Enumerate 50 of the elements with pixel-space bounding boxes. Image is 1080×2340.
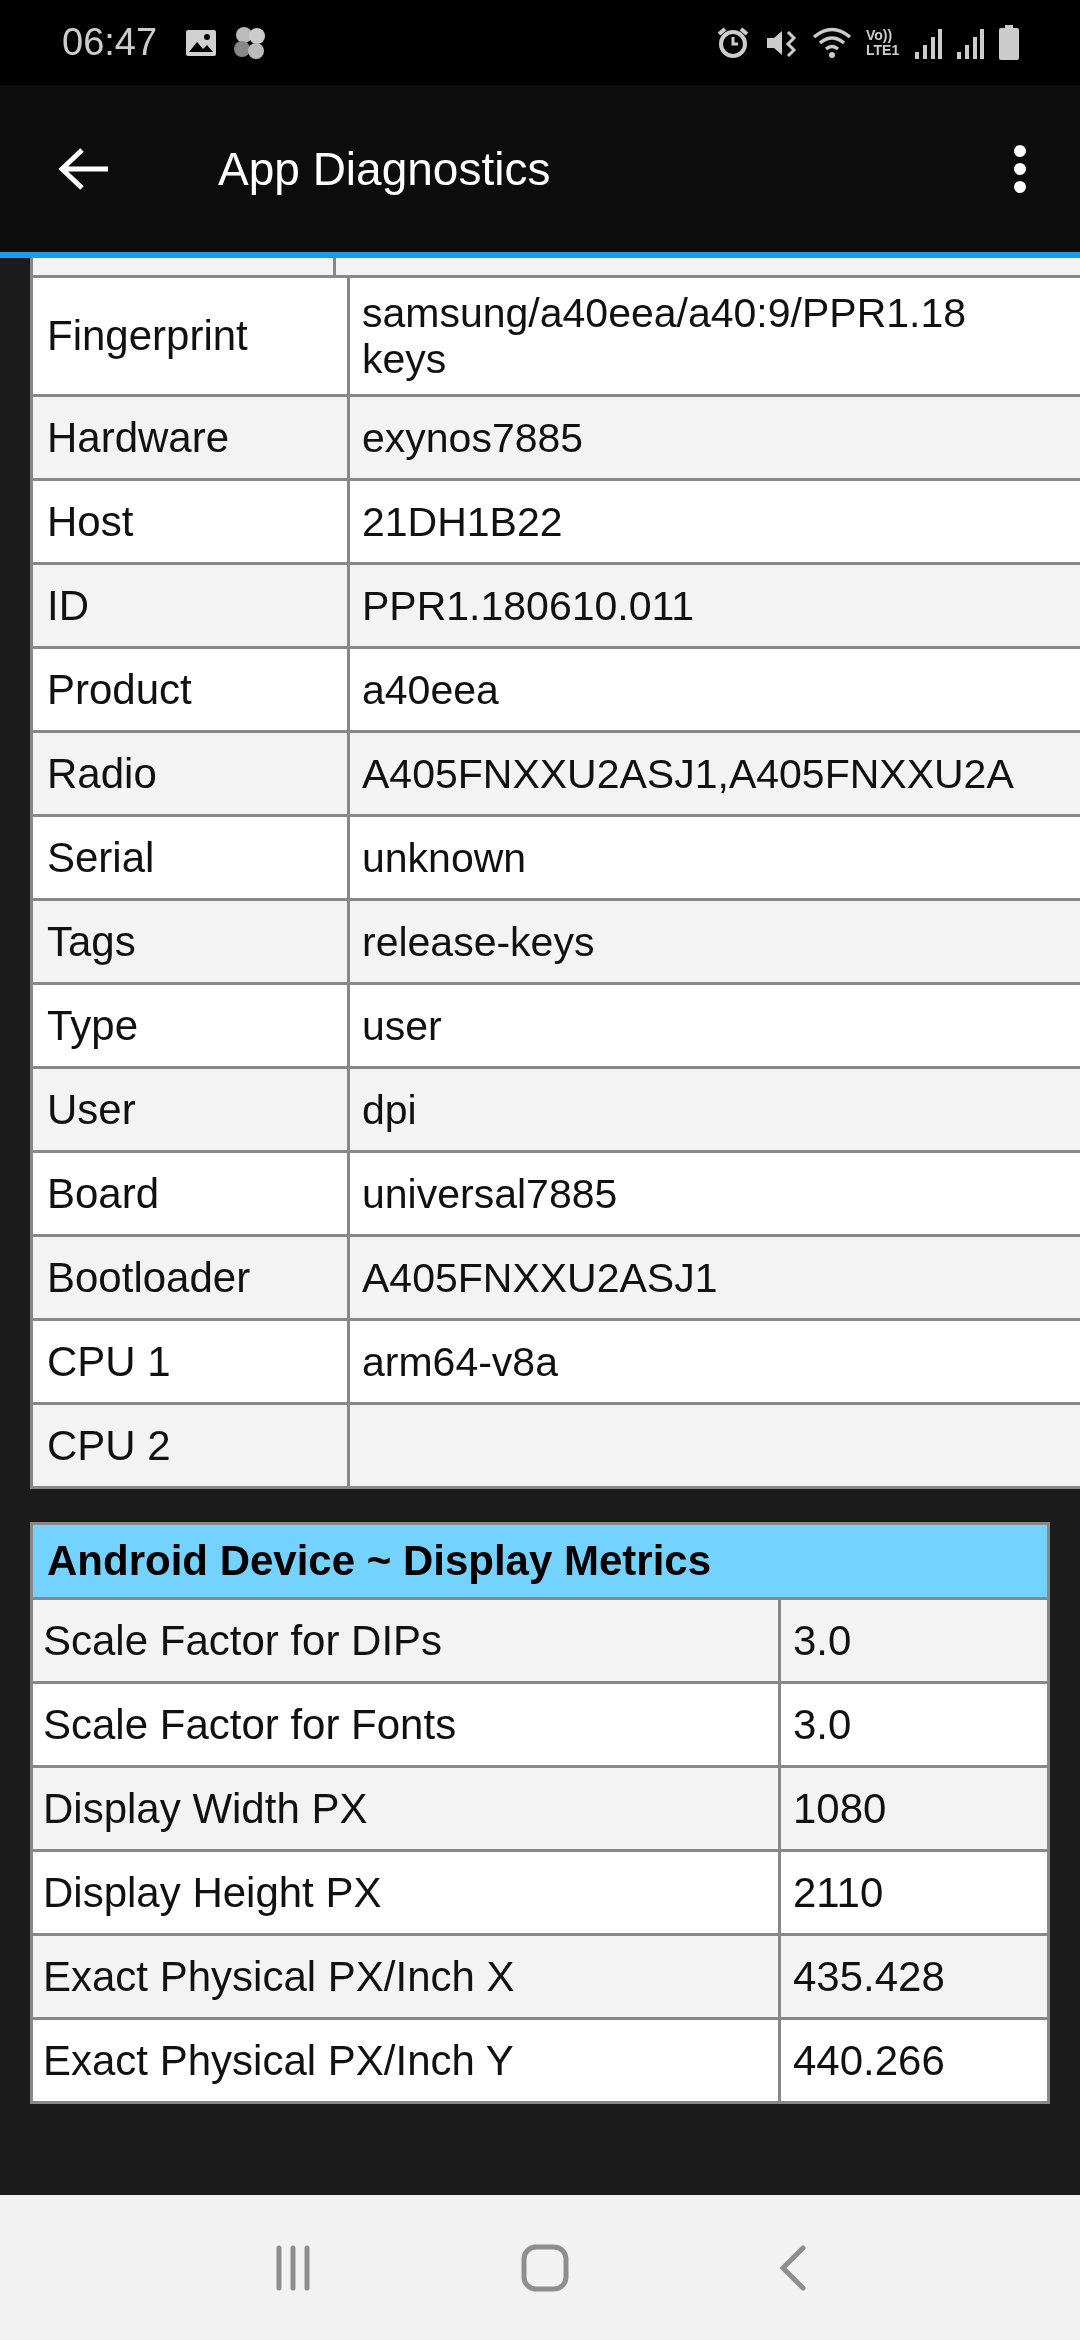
metric-label: Exact Physical PX/Inch X [43, 1952, 515, 2001]
metric-value: 435.428 [793, 1952, 945, 2001]
metric-value: 3.0 [793, 1700, 852, 1749]
image-icon [185, 28, 218, 57]
network-type-label: Vo)) LTE1 [866, 27, 900, 58]
property-value: A405FNXXU2ASJ1,A405FNXXU2A [362, 750, 1014, 797]
property-label: Board [47, 1169, 160, 1218]
property-label: Product [47, 665, 192, 714]
metric-value: 3.0 [793, 1616, 852, 1665]
metric-label: Display Width PX [43, 1784, 368, 1833]
back-arrow-icon[interactable] [58, 146, 110, 191]
property-value: user [362, 1002, 442, 1049]
property-value: dpi [362, 1086, 417, 1133]
home-icon[interactable] [520, 2242, 570, 2293]
metric-value: 2110 [793, 1868, 884, 1917]
metric-value: 1080 [793, 1784, 887, 1833]
battery-icon [998, 24, 1020, 61]
property-label: Serial [47, 833, 155, 882]
wifi-icon [812, 25, 852, 60]
alarm-icon [716, 25, 750, 60]
property-value: A405FNXXU2ASJ1 [362, 1254, 718, 1301]
table-header: Android Device ~ Display Metrics [33, 1525, 1047, 1600]
property-value: arm64-v8a [362, 1338, 558, 1385]
property-label: ID [47, 581, 89, 630]
property-label: User [47, 1085, 136, 1134]
property-value: 21DH1B22 [362, 498, 563, 545]
property-label: Bootloader [47, 1253, 251, 1302]
property-value: exynos7885 [362, 414, 584, 461]
property-label: Host [47, 497, 134, 546]
property-value: unknown [362, 834, 527, 881]
property-value: release-keys [362, 918, 595, 965]
property-label: CPU 1 [47, 1337, 171, 1386]
property-label: Radio [47, 749, 157, 798]
clock: 06:47 [62, 21, 158, 64]
metric-label: Scale Factor for DIPs [43, 1616, 443, 1665]
property-value: PPR1.180610.011 [362, 582, 695, 629]
property-value: a40eea [362, 666, 499, 713]
more-options-icon[interactable] [1012, 143, 1028, 194]
property-label: Fingerprint [47, 312, 248, 360]
property-label: Type [47, 1001, 139, 1050]
metric-label: Display Height PX [43, 1868, 382, 1917]
property-label: CPU 2 [47, 1421, 171, 1470]
metric-label: Exact Physical PX/Inch Y [43, 2036, 514, 2085]
property-value: universal7885 [362, 1170, 618, 1217]
metric-value: 440.266 [793, 2036, 945, 2085]
metric-label: Scale Factor for Fonts [43, 1700, 457, 1749]
property-value: samsung/a40eea/a40:9/PPR1.18 keys [362, 290, 967, 382]
property-label: Tags [47, 917, 136, 966]
property-label: Hardware [47, 413, 230, 462]
app-title: App Diagnostics [218, 141, 552, 196]
